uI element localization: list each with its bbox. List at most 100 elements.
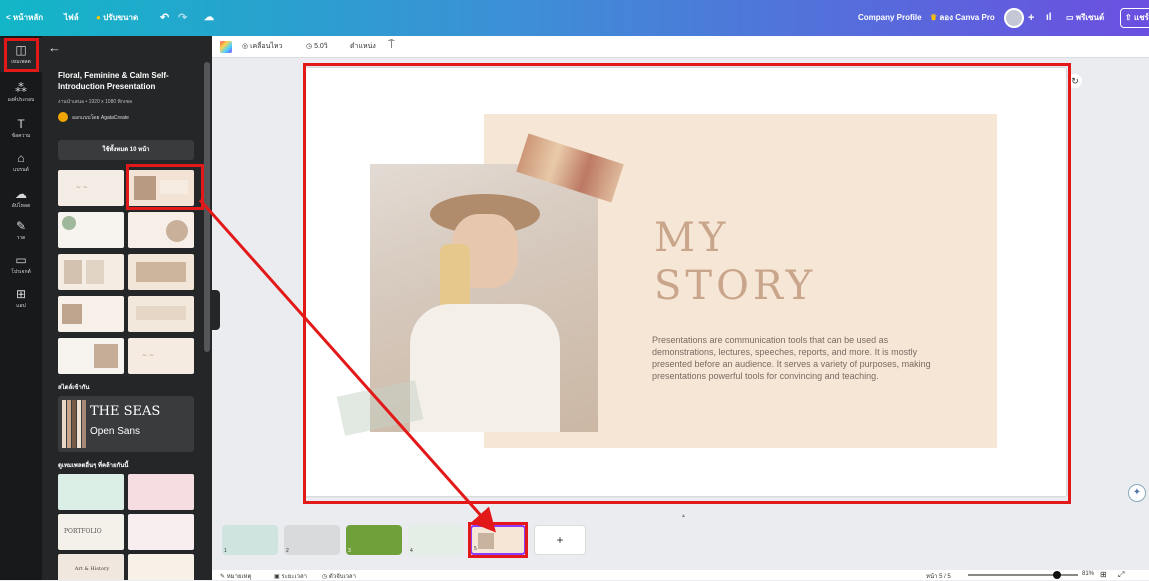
page-number: 3	[348, 548, 351, 554]
back-arrow-icon[interactable]: ←	[48, 40, 61, 55]
slide-heading-line2[interactable]: STORY	[654, 264, 816, 308]
template-author[interactable]: ออกแบบโดย AgataCreate	[72, 114, 129, 122]
notes-label: หมายเหตุ	[226, 574, 252, 580]
folder-icon: ▭	[15, 253, 27, 267]
related-template-5[interactable]: Art & History	[58, 554, 124, 580]
template-page-5[interactable]	[58, 254, 124, 290]
rail-item-projects[interactable]: ▭ โปรเจกต์	[0, 248, 42, 282]
avatar[interactable]	[1004, 8, 1024, 28]
grid-view-icon[interactable]: ⊞	[1100, 570, 1107, 579]
collapse-panel-handle[interactable]	[212, 290, 220, 330]
template-page-1[interactable]: ~ ~	[58, 170, 124, 206]
present-label: พรีเซนต์	[1075, 13, 1105, 22]
position-button[interactable]: ตำแหน่ง	[350, 41, 376, 52]
try-pro-button[interactable]: ♛ ลอง Canva Pro	[930, 0, 995, 36]
timer-label: ตัวจับเวลา	[328, 574, 356, 580]
page-thumb-4[interactable]: 4	[408, 525, 464, 555]
slide-body-text[interactable]: Presentations are communication tools th…	[652, 334, 954, 382]
fullscreen-icon[interactable]: ⤢	[1118, 570, 1124, 580]
undo-icon[interactable]: ↶	[160, 0, 169, 36]
timing-button[interactable]: ◷ 5.0วิ	[306, 41, 328, 52]
project-title[interactable]: Company Profile	[858, 0, 922, 36]
redo-icon[interactable]: ↷	[178, 0, 187, 36]
template-meta: งานนำเสนอ • 1920 x 1080 พิกเซล	[58, 99, 133, 105]
template-icon: ◫	[15, 43, 27, 57]
rail-item-template[interactable]: ◫ เทมเพลต	[0, 38, 42, 72]
animate-icon: ◎	[242, 43, 249, 50]
page-thumb-2[interactable]: 2	[284, 525, 340, 555]
animate-label: เคลื่อนไหว	[250, 43, 283, 50]
analytics-icon[interactable]: ıl	[1046, 0, 1052, 36]
animate-button[interactable]: ◎ เคลื่อนไหว	[242, 41, 282, 52]
page-number: 2	[286, 548, 289, 554]
slide-heading-line1[interactable]: MY	[654, 216, 729, 260]
template-page-6[interactable]	[128, 254, 194, 290]
page-number: 4	[410, 548, 413, 554]
template-page-3[interactable]	[58, 212, 124, 248]
template-page-2[interactable]	[128, 170, 194, 206]
template-page-9[interactable]	[58, 338, 124, 374]
file-menu[interactable]: ไฟล์	[64, 0, 79, 36]
share-icon: ⇧	[1125, 13, 1132, 22]
paint-format-icon[interactable]: ⍑	[388, 39, 395, 52]
chevron-up-icon[interactable]: ▴	[682, 512, 685, 519]
rail-item-upload[interactable]: ☁ อัปโหลด	[0, 182, 42, 216]
related-template-2[interactable]	[128, 474, 194, 510]
editor-toolbar: ◎ เคลื่อนไหว ◷ 5.0วิ ตำแหน่ง ⍑	[212, 36, 1149, 58]
related-template-4[interactable]	[128, 514, 194, 550]
share-label: แชร์	[1133, 13, 1149, 22]
template-page-8[interactable]	[128, 296, 194, 332]
template-page-10[interactable]: ~ ~	[128, 338, 194, 374]
rail-label: ข้อความ	[11, 133, 31, 139]
rail-item-apps[interactable]: ⊞ แอป	[0, 282, 42, 316]
page-thumb-1[interactable]: 1	[222, 525, 278, 555]
text-icon: T	[17, 117, 25, 131]
zoom-slider-handle[interactable]	[1053, 571, 1061, 579]
magic-icon[interactable]: ✦	[1128, 484, 1146, 502]
author-avatar	[58, 112, 68, 122]
top-bar: < หน้าหลัก ไฟล์ ● ปรับขนาด ↶ ↷ ☁ Company…	[0, 0, 1149, 36]
try-pro-label: ลอง Canva Pro	[939, 13, 995, 22]
slide-canvas[interactable]: MY STORY Presentations are communication…	[306, 68, 1066, 496]
portfolio-label: PORTFOLIO	[64, 528, 102, 535]
rail-item-draw[interactable]: ✎ วาด	[0, 214, 42, 248]
add-page-button[interactable]: +	[534, 525, 586, 555]
zoom-level[interactable]: 81%	[1082, 571, 1094, 577]
share-button[interactable]: ⇧ แชร์	[1120, 8, 1149, 28]
rail-label: แอป	[16, 303, 26, 309]
color-picker-icon[interactable]	[220, 41, 232, 53]
draw-icon: ✎	[15, 219, 27, 233]
template-page-4[interactable]	[128, 212, 194, 248]
rail-item-brand[interactable]: ⌂ แบรนด์	[0, 146, 42, 180]
resize-button[interactable]: ● ปรับขนาด	[96, 0, 138, 36]
styles-header: สไตล์เข้ากัน	[58, 385, 90, 391]
panel-scrollbar[interactable]	[204, 62, 210, 352]
use-all-pages-button[interactable]: ใช้ทั้งหมด 10 หน้า	[58, 140, 194, 160]
rail-label: เทมเพลต	[11, 59, 31, 65]
related-template-6[interactable]	[128, 554, 194, 580]
duration-label: ระยะเวลา	[281, 574, 307, 580]
notes-icon: ✎	[220, 574, 226, 580]
related-template-1[interactable]	[58, 474, 124, 510]
rail-item-elements[interactable]: ⁂ องค์ประกอบ	[0, 76, 42, 110]
template-page-7[interactable]	[58, 296, 124, 332]
rail-label: โปรเจกต์	[11, 269, 31, 275]
related-template-3[interactable]: PORTFOLIO	[58, 514, 124, 550]
timer-icon: ◷	[322, 574, 328, 580]
style-card[interactable]: THE SEAS Open Sans	[58, 396, 194, 452]
page-thumb-5[interactable]: 5	[470, 525, 526, 555]
zoom-slider[interactable]	[968, 571, 1078, 579]
art-label: Art & History	[74, 566, 110, 572]
bottom-bar: ✎ หมายเหตุ ▣ ระยะเวลา ◷ ตัวจับเวลา หน้า …	[212, 570, 1149, 580]
home-button[interactable]: < หน้าหลัก	[6, 0, 43, 36]
more-templates-header: ดูเทมเพลตอื่นๆ ที่คล้ายกันนี้	[58, 463, 129, 469]
refresh-icon[interactable]: ↻	[1068, 74, 1082, 88]
present-button[interactable]: ▭ พรีเซนต์	[1066, 0, 1104, 36]
page-thumb-3[interactable]: 3	[346, 525, 402, 555]
page-number: 1	[224, 548, 227, 554]
page-number: 5	[474, 546, 477, 552]
cloud-icon[interactable]: ☁	[204, 0, 214, 36]
add-people-icon[interactable]: +	[1028, 0, 1034, 36]
rail-item-text[interactable]: T ข้อความ	[0, 112, 42, 146]
rail-label: อัปโหลด	[11, 203, 31, 209]
